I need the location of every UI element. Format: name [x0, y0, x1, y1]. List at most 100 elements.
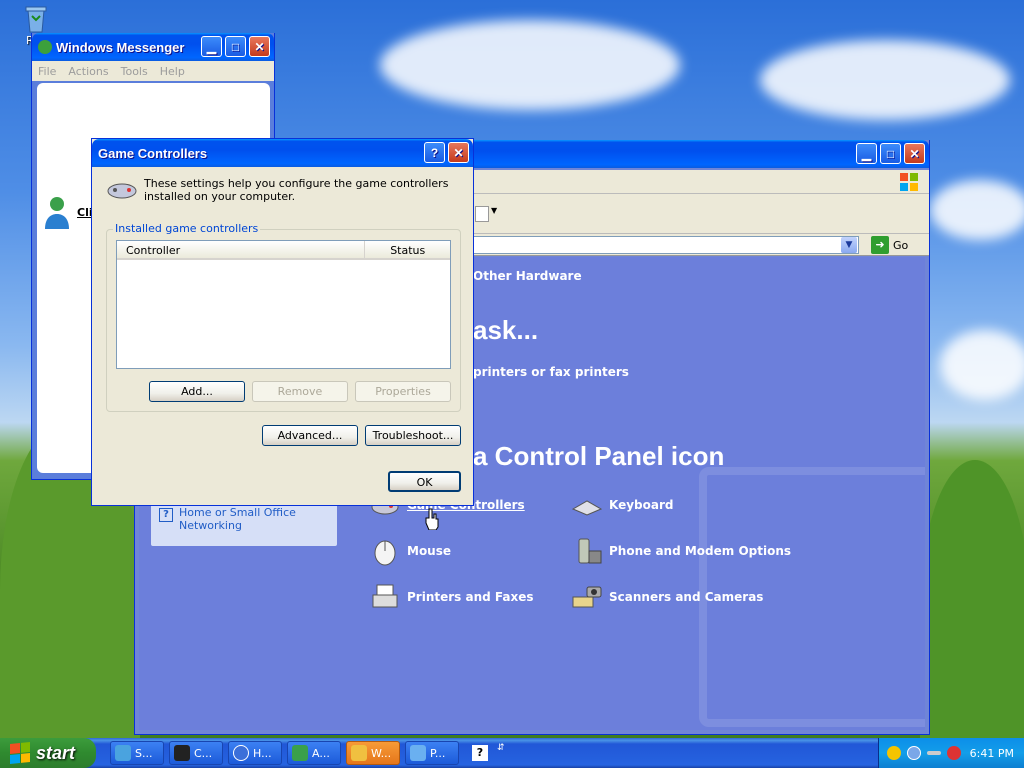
search-icon	[115, 745, 131, 761]
maximize-button[interactable]: □	[880, 143, 901, 164]
taskbar-button[interactable]: A...	[287, 741, 341, 765]
task-link[interactable]: printers or fax printers	[473, 365, 629, 379]
advanced-button[interactable]: Advanced...	[262, 425, 358, 446]
connector-icon[interactable]	[927, 751, 941, 755]
close-button[interactable]: ✕	[249, 36, 270, 57]
game-controller-icon	[106, 177, 138, 201]
cp-item-printers-faxes[interactable]: Printers and Faxes	[369, 581, 534, 613]
taskbar-button[interactable]: C...	[169, 741, 223, 765]
chevron-down-icon[interactable]: ▼	[491, 206, 497, 215]
taskbar-button[interactable]: S...	[110, 741, 164, 765]
column-controller[interactable]: Controller	[117, 241, 366, 258]
go-arrow-icon: ➜	[871, 236, 889, 254]
menu-actions[interactable]: Actions	[68, 65, 108, 78]
messenger-menubar: File Actions Tools Help	[32, 61, 274, 81]
minimize-button[interactable]: ▁	[201, 36, 222, 57]
menu-file[interactable]: File	[38, 65, 56, 78]
game-controllers-dialog[interactable]: Game Controllers ? ✕ These settings help…	[91, 138, 474, 506]
menu-help[interactable]: Help	[160, 65, 185, 78]
windows-logo-icon	[899, 172, 919, 192]
close-button[interactable]: ✕	[904, 143, 925, 164]
views-icon[interactable]	[475, 206, 489, 222]
cloud	[930, 180, 1024, 240]
start-label: start	[36, 742, 76, 763]
group-label: Installed game controllers	[113, 222, 261, 235]
buddy-icon	[43, 195, 71, 229]
troubleshoot-button[interactable]: Troubleshoot...	[365, 425, 461, 446]
messenger-icon	[38, 40, 52, 54]
cloud	[380, 20, 680, 110]
close-button[interactable]: ✕	[448, 142, 469, 163]
hand-cursor-icon	[425, 508, 439, 531]
see-also-panel: ? Home or Small Office Networking	[151, 500, 337, 546]
ok-button[interactable]: OK	[388, 471, 461, 492]
cp-item-label: Mouse	[407, 544, 452, 558]
cp-item-phone-modem[interactable]: Phone and Modem Options	[571, 535, 791, 567]
cp-item-label: Printers and Faxes	[407, 590, 534, 604]
cp-item-keyboard[interactable]: Keyboard	[571, 489, 674, 521]
shield-icon[interactable]	[887, 746, 901, 760]
installed-controllers-group: Installed game controllers Controller St…	[106, 222, 461, 412]
help-button[interactable]: ?	[424, 142, 445, 163]
taskbar-label: W...	[371, 746, 392, 760]
menu-tools[interactable]: Tools	[121, 65, 148, 78]
pick-icon-heading: a Control Panel icon	[473, 441, 725, 471]
taskbar-label: C...	[194, 746, 213, 760]
cp-item-label: Keyboard	[609, 498, 674, 512]
cp-item-label: Phone and Modem Options	[609, 544, 792, 558]
add-button[interactable]: Add...	[149, 381, 245, 402]
mouse-icon	[369, 535, 401, 567]
hill	[920, 460, 1024, 760]
go-button[interactable]: ➜ Go	[871, 236, 921, 254]
taskbar-button[interactable]: P...	[405, 741, 459, 765]
quick-launch-arrows-icon[interactable]: ⇵	[497, 743, 505, 753]
help-icon[interactable]	[907, 746, 921, 760]
dialog-intro: These settings help you configure the ga…	[106, 177, 460, 203]
go-label: Go	[893, 238, 909, 252]
cp-item-label: Scanners and Cameras	[609, 590, 764, 604]
cp-item-scanners-cameras[interactable]: Scanners and Cameras	[571, 581, 763, 613]
cloud	[940, 330, 1024, 400]
see-also-link[interactable]: Home or Small Office Networking	[179, 506, 329, 540]
clock[interactable]: 6:41 PM	[970, 747, 1014, 760]
taskbar-label: A...	[312, 746, 330, 760]
windows-icon	[351, 745, 367, 761]
remove-button[interactable]: Remove	[252, 381, 348, 402]
windows-flag-icon	[10, 741, 30, 765]
help-icon	[233, 745, 249, 761]
taskbar-button[interactable]: H...	[228, 741, 282, 765]
messenger-titlebar[interactable]: Windows Messenger ▁ □ ✕	[32, 33, 274, 61]
keyboard-icon	[571, 489, 603, 521]
cp-item-mouse[interactable]: Mouse	[369, 535, 451, 567]
taskbar: start S... C... H... A... W... P... ? ⇵ …	[0, 738, 1024, 768]
scanner-icon	[571, 581, 603, 613]
dialog-title: Game Controllers	[98, 145, 208, 161]
taskbar-button-active[interactable]: W...	[346, 741, 400, 765]
column-status[interactable]: Status	[365, 241, 450, 258]
recycle-bin-icon	[20, 2, 52, 34]
pick-task-heading: ask...	[473, 315, 539, 345]
taskbar-label: S...	[135, 746, 153, 760]
dialog-titlebar[interactable]: Game Controllers ? ✕	[92, 139, 473, 167]
controllers-list[interactable]: Controller Status	[116, 240, 451, 369]
list-header: Controller Status	[117, 241, 450, 260]
phone-icon	[571, 535, 603, 567]
cloud	[760, 40, 1010, 120]
taskbar-label: H...	[253, 746, 272, 760]
category-title: Other Hardware	[473, 269, 582, 283]
network-icon[interactable]	[947, 746, 961, 760]
properties-button[interactable]: Properties	[355, 381, 451, 402]
address-dropdown[interactable]: ▼	[841, 237, 857, 253]
maximize-button[interactable]: □	[225, 36, 246, 57]
app-icon	[292, 745, 308, 761]
taskbar-label: P...	[430, 746, 446, 760]
intro-text: These settings help you configure the ga…	[144, 177, 449, 203]
system-tray: 6:41 PM	[878, 738, 1024, 768]
help-icon: ?	[159, 508, 173, 522]
minimize-button[interactable]: ▁	[856, 143, 877, 164]
panel-icon	[410, 745, 426, 761]
help-icon[interactable]: ?	[472, 745, 488, 761]
printer-icon	[369, 581, 401, 613]
cmd-icon	[174, 745, 190, 761]
start-button[interactable]: start	[0, 738, 96, 768]
